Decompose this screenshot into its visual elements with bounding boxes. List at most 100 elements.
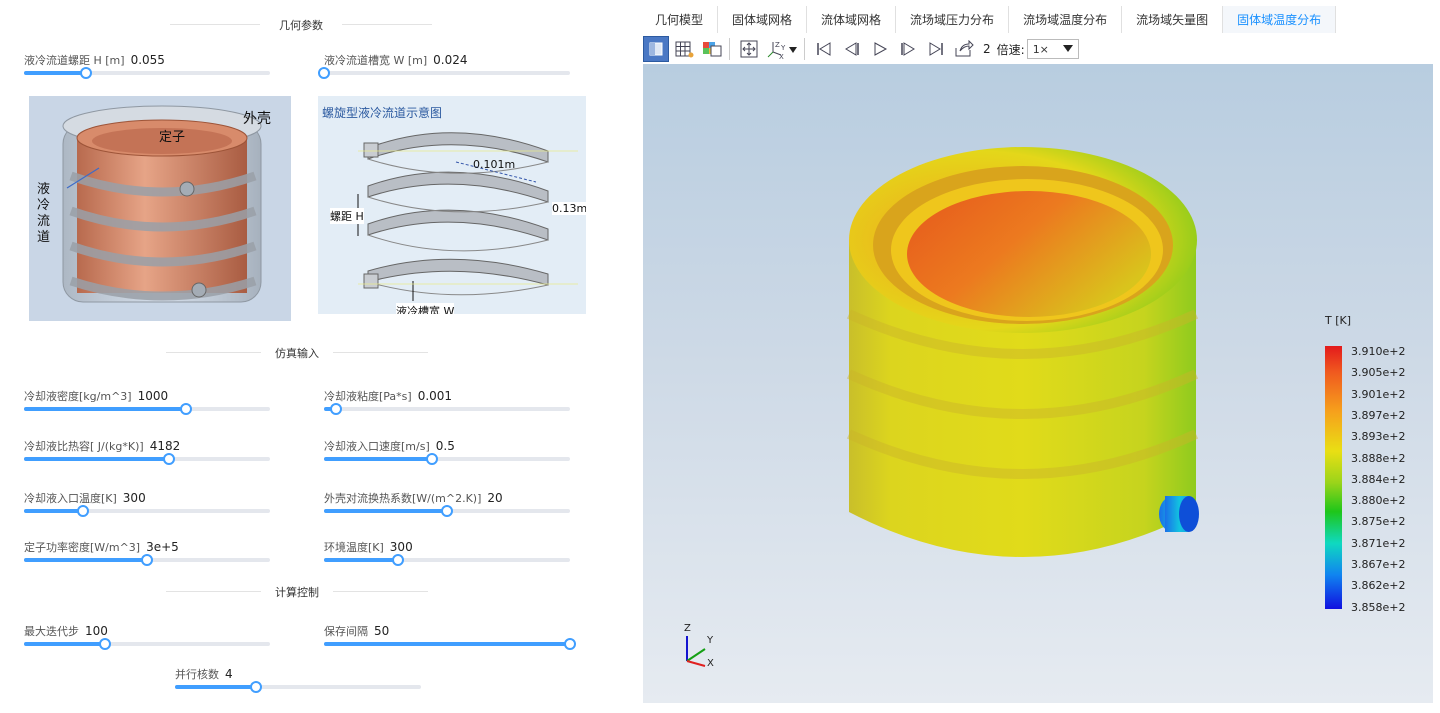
frame-number: 2 <box>983 42 991 56</box>
cores-slider[interactable] <box>175 681 421 693</box>
last-frame-icon[interactable] <box>923 36 949 62</box>
tab-flow-temperature[interactable]: 流场域温度分布 <box>1009 6 1123 33</box>
param-ambient-temp-label: 环境温度[K] <box>324 541 384 554</box>
export-icon[interactable] <box>951 36 977 62</box>
param-save-interval-label: 保存间隔 <box>324 625 368 638</box>
ambient-temp-slider[interactable] <box>324 554 570 566</box>
play-icon[interactable] <box>867 36 893 62</box>
slot-width-slider-handle[interactable] <box>318 67 330 79</box>
param-shell-h-value: 20 <box>487 491 503 505</box>
tab-flow-pressure[interactable]: 流场域压力分布 <box>896 6 1010 33</box>
next-frame-icon[interactable] <box>895 36 921 62</box>
stator-power-slider-handle[interactable] <box>141 554 153 566</box>
param-slot-width-label: 液冷流道槽宽 W [m] <box>324 54 428 67</box>
result-panel: 几何模型 固体域网格 流体域网格 流场域压力分布 流场域温度分布 流场域矢量图 … <box>641 0 1440 713</box>
save-interval-slider-handle[interactable] <box>564 638 576 650</box>
tab-flow-vector[interactable]: 流场域矢量图 <box>1122 6 1224 33</box>
inlet-velocity-slider[interactable] <box>324 453 570 465</box>
inlet-temp-slider[interactable] <box>24 505 270 517</box>
param-cores[interactable]: 并行核数 4 <box>175 666 425 706</box>
param-inlet-velocity-label: 冷却液入口速度[m/s] <box>324 440 430 453</box>
speed-label: 倍速: <box>996 42 1025 57</box>
label-diameter: 0.101m <box>473 158 516 171</box>
param-shell-h[interactable]: 外壳对流换热系数[W/(m^2.K)] 20 <box>324 490 574 530</box>
param-slot-width[interactable]: 液冷流道槽宽 W [m] 0.024 <box>318 52 574 92</box>
viscosity-slider[interactable] <box>324 403 570 415</box>
prev-frame-icon[interactable] <box>839 36 865 62</box>
param-stator-power[interactable]: 定子功率密度[W/m^3] 3e+5 <box>24 539 274 579</box>
shell-h-slider-handle[interactable] <box>441 505 453 517</box>
color-map-icon[interactable] <box>699 36 725 62</box>
ambient-temp-slider-handle[interactable] <box>391 554 404 566</box>
svg-text:Z: Z <box>775 41 780 49</box>
inlet-temp-slider-handle[interactable] <box>77 505 90 517</box>
param-pitch-value: 0.055 <box>130 53 165 67</box>
param-density-label: 冷却液密度[kg/m^3] <box>24 390 132 403</box>
solid-view-icon[interactable] <box>643 36 669 62</box>
param-inlet-velocity[interactable]: 冷却液入口速度[m/s] 0.5 <box>324 438 574 478</box>
motor-diagram: 外壳 定子 液冷流道 <box>29 96 291 321</box>
viewer-toolbar: ZYX 2 倍速: 1× <box>641 34 1440 64</box>
tab-solid-mesh[interactable]: 固体域网格 <box>718 6 808 33</box>
svg-text:X: X <box>779 53 784 60</box>
max-iter-slider-handle[interactable] <box>99 638 112 650</box>
first-frame-icon[interactable] <box>811 36 837 62</box>
param-viscosity-label: 冷却液粘度[Pa*s] <box>324 390 412 403</box>
fit-view-icon[interactable] <box>736 36 762 62</box>
param-inlet-temp-value: 300 <box>122 491 146 505</box>
param-max-iter-value: 100 <box>85 624 108 638</box>
param-viscosity[interactable]: 冷却液粘度[Pa*s] 0.001 <box>324 388 574 428</box>
3d-viewport[interactable]: Z Y X T [K] 3.910e+2 3.905e+2 3.901e+2 3.89… <box>643 64 1433 703</box>
param-inlet-velocity-value: 0.5 <box>435 439 455 453</box>
legend-label: 3.901e+2 <box>1351 387 1406 401</box>
param-cores-label: 并行核数 <box>175 668 219 681</box>
save-interval-slider[interactable] <box>324 638 576 650</box>
axis-z-label: Z <box>684 623 691 634</box>
svg-text:Y: Y <box>780 44 786 52</box>
param-density-value: 1000 <box>137 389 169 403</box>
stator-power-slider[interactable] <box>24 554 270 566</box>
param-inlet-temp-label: 冷却液入口温度[K] <box>24 492 117 505</box>
label-shell: 外壳 <box>243 111 271 127</box>
inlet-velocity-slider-handle[interactable] <box>426 453 439 465</box>
param-ambient-temp[interactable]: 环境温度[K] 300 <box>324 539 574 579</box>
specific-heat-slider-handle[interactable] <box>163 453 176 465</box>
slot-width-slider[interactable] <box>318 67 570 79</box>
tab-geometry[interactable]: 几何模型 <box>641 6 719 33</box>
legend-colorbar <box>1325 346 1342 609</box>
viscosity-slider-handle[interactable] <box>330 403 343 415</box>
param-specific-heat[interactable]: 冷却液比热容[ J/(kg*K)] 4182 <box>24 438 274 478</box>
density-slider-handle[interactable] <box>180 403 193 415</box>
axis-x-label: X <box>707 658 714 669</box>
param-inlet-temp[interactable]: 冷却液入口温度[K] 300 <box>24 490 274 530</box>
param-cores-value: 4 <box>225 667 233 681</box>
cores-slider-handle[interactable] <box>250 681 263 693</box>
legend-label: 3.905e+2 <box>1351 366 1406 380</box>
tab-solid-temperature[interactable]: 固体域温度分布 <box>1223 6 1337 33</box>
legend-label: 3.871e+2 <box>1351 536 1406 550</box>
param-specific-heat-value: 4182 <box>149 439 181 453</box>
max-iter-slider[interactable] <box>24 638 270 650</box>
pitch-slider[interactable] <box>24 67 270 79</box>
section-control: 计算控制 <box>166 584 428 599</box>
label-stator: 定子 <box>159 130 186 145</box>
specific-heat-slider[interactable] <box>24 453 270 465</box>
density-slider[interactable] <box>24 403 270 415</box>
legend-label: 3.893e+2 <box>1351 430 1406 444</box>
param-specific-heat-label: 冷却液比热容[ J/(kg*K)] <box>24 440 144 453</box>
param-max-iter-label: 最大迭代步 <box>24 625 79 638</box>
mesh-view-icon[interactable] <box>671 36 697 62</box>
shell-h-slider[interactable] <box>324 505 570 517</box>
legend-label: 3.858e+2 <box>1351 600 1406 614</box>
axes-orientation-icon[interactable]: ZYX <box>764 36 800 62</box>
pitch-slider-handle[interactable] <box>79 67 92 79</box>
spiral-graphic <box>357 132 578 301</box>
param-density[interactable]: 冷却液密度[kg/m^3] 1000 <box>24 388 274 428</box>
tab-fluid-mesh[interactable]: 流体域网格 <box>807 6 897 33</box>
label-slot: 液冷槽宽 W <box>396 303 455 314</box>
legend-label: 3.880e+2 <box>1351 494 1406 508</box>
param-save-interval[interactable]: 保存间隔 50 <box>324 623 576 663</box>
speed-select[interactable]: 1× <box>1026 39 1079 59</box>
param-max-iter[interactable]: 最大迭代步 100 <box>24 623 274 663</box>
param-pitch[interactable]: 液冷流道螺距 H [m] 0.055 <box>24 52 274 92</box>
